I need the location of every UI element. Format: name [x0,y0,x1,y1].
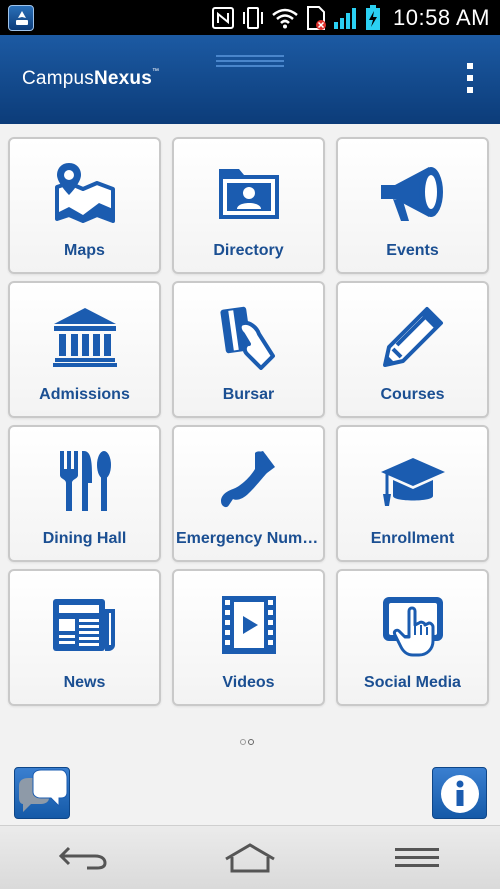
sim-card-no-signal-icon [305,5,327,31]
page-dot-active[interactable] [248,739,254,745]
tile-courses[interactable]: Courses [336,281,489,418]
tile-maps[interactable]: Maps [8,137,161,274]
tile-enrollment[interactable]: Enrollment [336,425,489,562]
tile-news[interactable]: News [8,569,161,706]
app-icon [8,5,34,31]
info-icon [441,775,479,813]
wifi-icon [271,7,299,29]
tile-label: Dining Hall [42,530,127,547]
page-indicator [240,739,254,745]
tile-label: Courses [380,386,445,403]
megaphone-icon [338,159,487,227]
nfc-icon [211,6,235,30]
battery-charging-icon [365,4,381,31]
card-hand-icon [174,303,323,371]
info-button[interactable] [432,767,487,819]
tile-label: News [63,674,106,691]
app-header: CampusNexus™ [0,35,500,124]
tile-label: Maps [64,242,105,259]
launcher-grid: Maps Directory Events Admissions Bursar … [8,137,492,706]
tile-emergency-numbers[interactable]: Emergency Numb… [172,425,325,562]
pencil-icon [338,303,487,371]
tile-videos[interactable]: Videos [172,569,325,706]
chat-button[interactable] [14,767,70,819]
fork-knife-icon [10,447,159,515]
tile-label: Events [386,242,439,259]
brand-logo: CampusNexus™ [22,68,160,89]
phone-icon [174,447,323,515]
tile-label: Emergency Numb… [176,530,321,547]
tile-dining-hall[interactable]: Dining Hall [8,425,161,562]
overflow-menu-icon[interactable] [460,63,480,97]
film-play-icon [174,591,323,659]
system-nav-bar [0,825,500,889]
tile-label: Social Media [364,674,461,691]
home-icon[interactable] [220,842,280,874]
contact-folder-icon [174,159,323,227]
building-columns-icon [10,303,159,371]
status-time: 10:58 AM [393,4,490,30]
chat-bubbles-icon [19,769,68,812]
signal-icon [333,6,359,30]
tile-label: Directory [213,242,284,259]
tile-label: Videos [222,674,275,691]
tile-bursar[interactable]: Bursar [172,281,325,418]
tile-admissions[interactable]: Admissions [8,281,161,418]
tile-social-media[interactable]: Social Media [336,569,489,706]
tile-label: Bursar [222,386,275,403]
drag-handle[interactable] [216,55,284,70]
status-bar: 10:58 AM [0,0,500,35]
vibrate-icon [241,6,265,30]
menu-icon[interactable] [387,842,447,874]
tile-events[interactable]: Events [336,137,489,274]
touch-screen-icon [338,591,487,659]
page-dot[interactable] [240,739,246,745]
newspaper-icon [10,591,159,659]
back-icon[interactable] [53,842,113,874]
tile-directory[interactable]: Directory [172,137,325,274]
graduation-cap-icon [338,447,487,515]
map-pin-icon [10,159,159,227]
tile-label: Admissions [39,386,130,403]
tile-label: Enrollment [370,530,455,547]
